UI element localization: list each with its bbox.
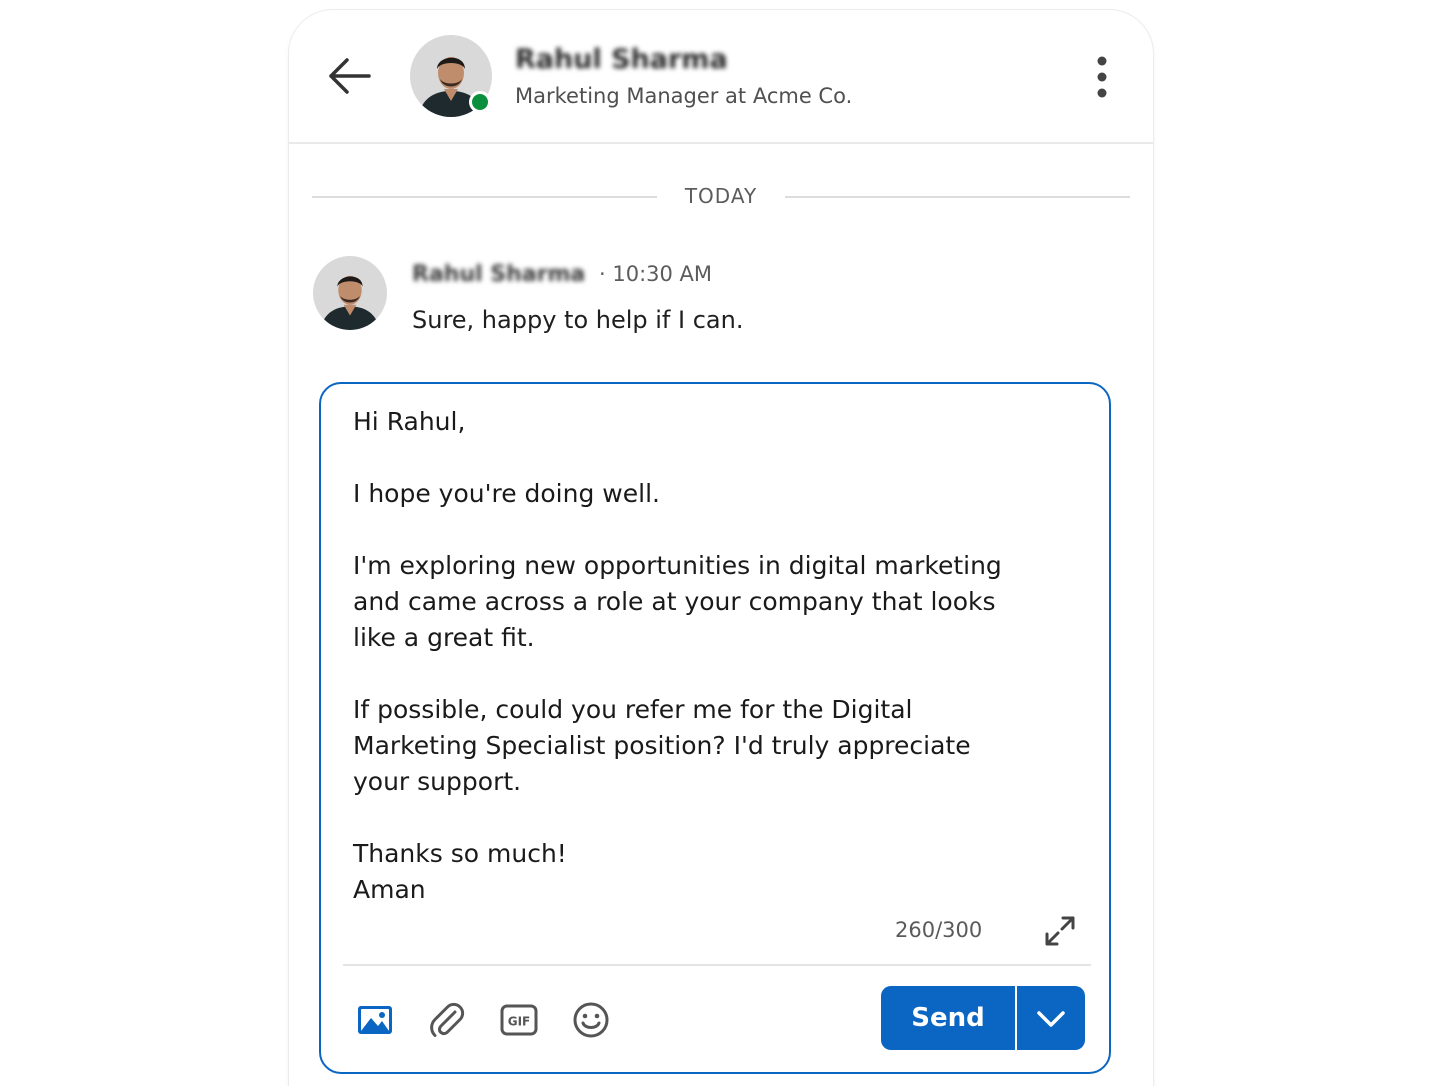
arrow-left-icon: [329, 58, 371, 94]
message-composer[interactable]: Hi Rahul, I hope you're doing well. I'm …: [319, 382, 1111, 1074]
expand-composer-button[interactable]: [1043, 914, 1077, 948]
svg-text:GIF: GIF: [508, 1015, 531, 1029]
online-status-dot: [469, 91, 491, 113]
more-options-button[interactable]: [1087, 54, 1117, 100]
back-button[interactable]: [325, 55, 373, 97]
message-sender-avatar[interactable]: [313, 256, 387, 330]
message-text: Sure, happy to help if I can.: [412, 306, 744, 334]
composer-divider: [343, 964, 1091, 966]
day-separator-line: [785, 196, 1130, 198]
send-button[interactable]: Send: [881, 986, 1015, 1050]
image-icon: [358, 1006, 392, 1034]
message-timestamp: · 10:30 AM: [599, 262, 713, 286]
contact-headline: Marketing Manager at Acme Co.: [515, 84, 853, 108]
contact-name[interactable]: Rahul Sharma: [515, 44, 728, 75]
message-sender-name[interactable]: Rahul Sharma: [412, 262, 585, 287]
emoji-icon: [573, 1002, 609, 1038]
send-options-button[interactable]: [1017, 986, 1085, 1050]
expand-icon: [1045, 916, 1075, 946]
attach-image-button[interactable]: [355, 1000, 395, 1040]
paperclip-icon: [430, 1002, 465, 1037]
day-separator-label: TODAY: [684, 184, 758, 208]
more-vertical-icon: [1097, 56, 1107, 98]
gif-icon: GIF: [500, 1004, 538, 1036]
day-separator-line: [312, 196, 657, 198]
character-counter: 260/300: [895, 918, 983, 942]
emoji-button[interactable]: [571, 1000, 611, 1040]
gif-button[interactable]: GIF: [499, 1000, 539, 1040]
chevron-down-icon: [1037, 1011, 1065, 1027]
messaging-page: Rahul Sharma Marketing Manager at Acme C…: [0, 0, 1448, 1086]
message-input[interactable]: Hi Rahul, I hope you're doing well. I'm …: [353, 404, 1083, 908]
send-button-group: Send: [881, 986, 1085, 1050]
avatar-image: [313, 256, 387, 330]
header-divider: [289, 142, 1153, 144]
conversation-panel: Rahul Sharma Marketing Manager at Acme C…: [289, 10, 1153, 1086]
attach-file-button[interactable]: [427, 1000, 467, 1040]
